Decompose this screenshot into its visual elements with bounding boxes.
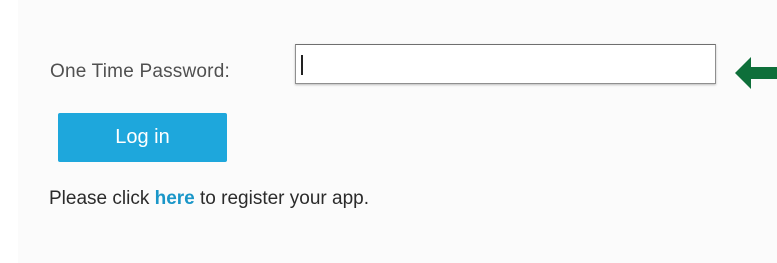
otp-label: One Time Password: [50, 61, 230, 82]
register-text: Please click here to register your app. [49, 188, 369, 210]
login-button[interactable]: Log in [58, 113, 227, 162]
left-arrow-icon [735, 57, 777, 89]
register-prefix: Please click [49, 188, 155, 209]
register-suffix: to register your app. [194, 188, 370, 209]
otp-input[interactable] [295, 44, 716, 84]
text-cursor [301, 55, 303, 75]
register-link[interactable]: here [155, 188, 195, 209]
